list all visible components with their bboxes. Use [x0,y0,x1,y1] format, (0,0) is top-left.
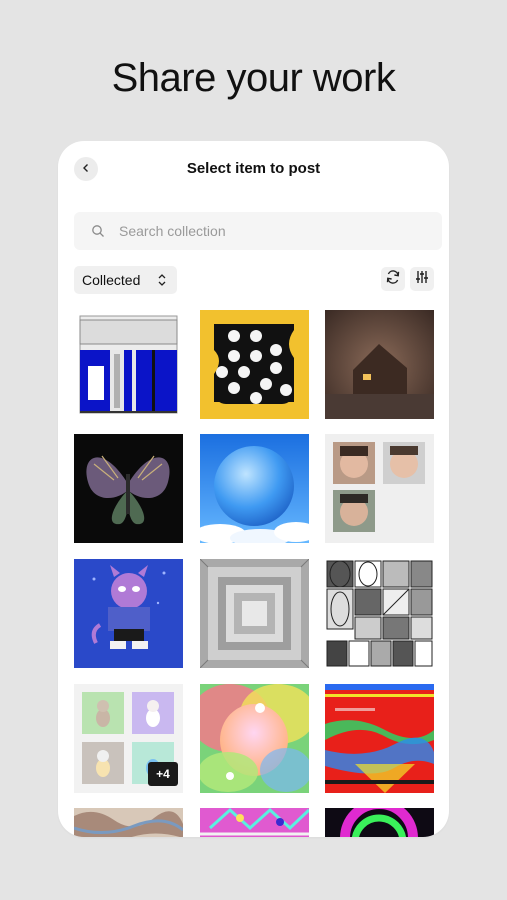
nft-item-dark-house[interactable] [325,310,434,419]
nft-item-grey-squares[interactable] [200,559,309,668]
nft-item-blue-sphere[interactable] [200,434,309,543]
nft-item-red-glitch[interactable] [325,684,434,793]
nft-item-neon-ring[interactable] [325,808,434,837]
select-item-card: Select item to post Collected [58,141,449,837]
nft-item-purple-creature[interactable] [74,559,183,668]
nft-item-marble[interactable] [74,808,183,837]
nft-item-pink-pattern[interactable] [200,808,309,837]
nft-grid: +4 [58,141,449,837]
nft-item-bunny-collage[interactable]: +4 [74,684,183,793]
nft-item-pastel-blur[interactable] [200,684,309,793]
nft-item-blue-window[interactable] [74,310,183,419]
nft-item-moth[interactable] [74,434,183,543]
more-items-badge: +4 [148,762,178,786]
page-headline: Share your work [111,56,396,100]
nft-item-sketch-grid[interactable] [325,559,434,668]
nft-item-yellow-dots[interactable] [200,310,309,419]
nft-item-faces-collage[interactable] [325,434,434,543]
